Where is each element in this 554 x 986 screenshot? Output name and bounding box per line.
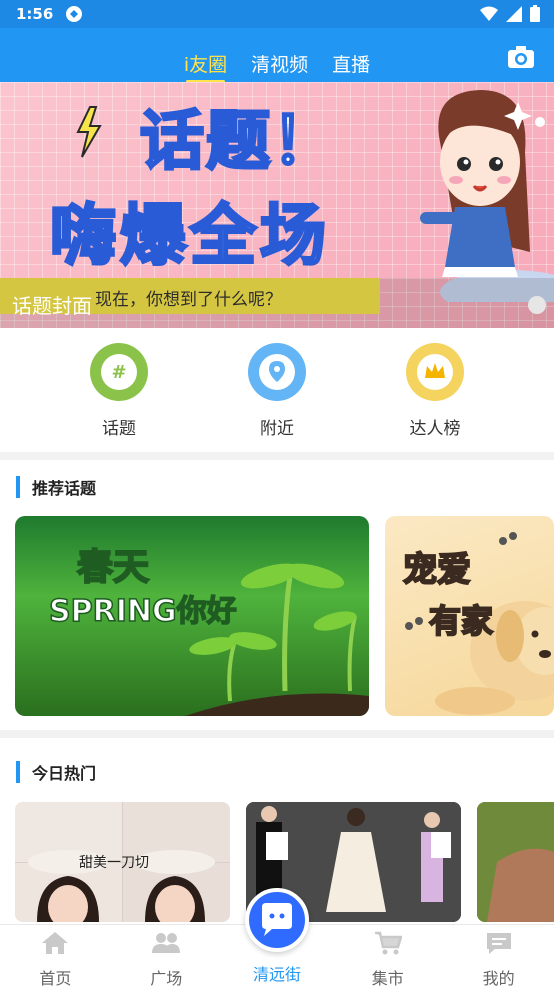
wifi-icon xyxy=(480,6,498,21)
nav-label: 我的 xyxy=(482,969,515,986)
quick-action-leaderboard[interactable]: 达人榜 xyxy=(390,328,480,452)
section-divider xyxy=(0,730,554,738)
topic-card-subtitle: 有家 xyxy=(428,601,494,641)
quick-actions: # 话题 附近 达人榜 xyxy=(0,328,554,452)
hot-today-header: 今日热门 xyxy=(16,760,96,784)
quick-action-label: 附近 xyxy=(260,419,294,439)
nav-home[interactable]: 首页 xyxy=(0,925,111,986)
section-divider xyxy=(0,452,554,460)
status-icons xyxy=(480,5,540,22)
nav-label: 清远街 xyxy=(252,965,301,984)
camera-icon[interactable] xyxy=(508,46,534,68)
cartoon-girl-illustration xyxy=(420,90,554,302)
quick-action-label: 达人榜 xyxy=(409,419,461,439)
topic-card-title: 春天 xyxy=(76,546,150,589)
nav-square[interactable]: 广场 xyxy=(111,925,222,986)
hot-card-craft[interactable] xyxy=(477,802,554,922)
home-icon xyxy=(42,932,69,954)
hash-icon: # xyxy=(90,343,148,401)
status-bar: 1:56 xyxy=(0,0,554,28)
nav-label: 首页 xyxy=(39,969,72,986)
topic-card-spring[interactable]: 春天 SPRING你好 xyxy=(15,516,369,716)
quick-action-topic[interactable]: # 话题 xyxy=(74,328,164,452)
signal-icon xyxy=(506,5,522,22)
banner-title-line2: 嗨爆全场 xyxy=(49,196,330,276)
nav-market[interactable]: 集市 xyxy=(332,925,443,986)
banner-page-indicator[interactable] xyxy=(528,296,546,314)
hot-card-haircut[interactable]: 甜美一刀切 xyxy=(15,802,230,922)
lightning-icon xyxy=(76,106,102,158)
nav-label: 集市 xyxy=(371,969,404,986)
chat-bubble-icon xyxy=(262,903,292,936)
tab-live[interactable]: 直播 xyxy=(332,50,370,81)
topic-card-pets[interactable]: 宠爱 有家 xyxy=(385,516,554,716)
banner-caption: 话题封面 xyxy=(12,294,92,318)
nav-label: 广场 xyxy=(150,969,183,986)
nav-mine[interactable]: 我的 xyxy=(443,925,554,986)
hands-photo xyxy=(477,802,554,922)
tab-video[interactable]: 清视频 xyxy=(251,50,308,81)
quick-action-label: 话题 xyxy=(102,419,136,439)
people-icon xyxy=(152,933,181,953)
battery-icon xyxy=(530,5,540,22)
section-title: 推荐话题 xyxy=(32,479,97,498)
quick-action-nearby[interactable]: 附近 xyxy=(232,328,322,452)
app-screen: 1:56 i友圈 清视频 直播 话题！ 嗨爆全场 现在，你想到了什么呢？ 话题封… xyxy=(0,0,554,986)
message-icon xyxy=(486,933,511,954)
svg-text:#: # xyxy=(111,362,126,383)
banner-title-line1: 话题！ xyxy=(139,104,338,181)
crown-icon xyxy=(406,343,464,401)
sync-icon xyxy=(66,6,83,22)
status-time: 1:56 xyxy=(16,5,54,23)
header-tabs: i友圈 清视频 直播 xyxy=(0,50,554,83)
section-accent-bar xyxy=(16,761,20,783)
top-header: i友圈 清视频 直播 xyxy=(0,28,554,83)
location-icon xyxy=(248,343,306,401)
topic-banner[interactable]: 话题！ 嗨爆全场 现在，你想到了什么呢？ 话题封面 xyxy=(0,82,554,328)
hot-card-caption: 甜美一刀切 xyxy=(79,855,149,871)
section-title: 今日热门 xyxy=(32,764,97,783)
topic-card-title: 宠爱 xyxy=(402,549,472,591)
tab-ifriend[interactable]: i友圈 xyxy=(184,50,227,83)
recommended-topics-header: 推荐话题 xyxy=(16,475,96,499)
topic-card-subtitle: SPRING你好 xyxy=(48,593,237,630)
cart-icon xyxy=(374,931,403,955)
center-action-button[interactable] xyxy=(245,888,309,952)
section-accent-bar xyxy=(16,476,20,498)
